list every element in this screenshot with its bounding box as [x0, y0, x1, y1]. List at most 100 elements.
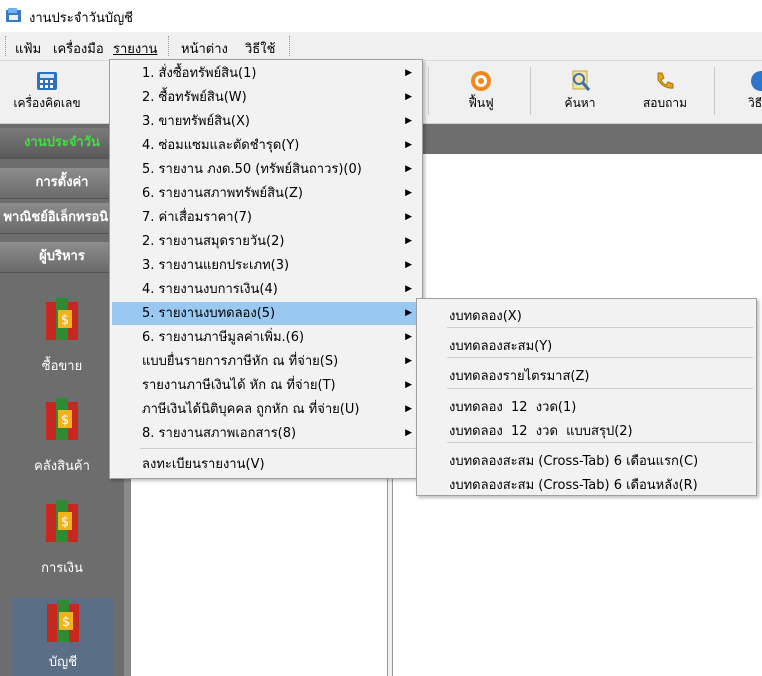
- menu-file[interactable]: แฟ้ม: [12, 38, 44, 59]
- report-menu-item[interactable]: 4. รายงานงบการเงิน(4) ▶: [112, 278, 420, 301]
- submenu-arrow-icon: ▶: [405, 164, 412, 174]
- menu-item-label: 8. รายงานสภาพเอกสาร(8): [142, 426, 297, 441]
- help-icon: [751, 71, 762, 91]
- app-icon: [5, 7, 22, 24]
- calculator-icon: [37, 72, 57, 90]
- submenu-arrow-icon: ▶: [405, 92, 412, 102]
- right-pane-header: [392, 124, 762, 154]
- menu-item-label: 2. รายงานสมุดรายวัน(2): [142, 234, 285, 249]
- submenu-arrow-icon: ▶: [405, 68, 412, 78]
- menu-item-label: 3. ขายทรัพย์สิน(X): [142, 114, 250, 129]
- submenu-arrow-icon: ▶: [405, 116, 412, 126]
- menubar-grip: [5, 36, 8, 56]
- title-bar: งานประจำวันบัญชี: [0, 0, 762, 32]
- menu-item-label: 6. รายงานสภาพทรัพย์สิน(Z): [142, 186, 303, 201]
- search-button[interactable]: ค้นหา: [535, 61, 625, 119]
- module-inventory[interactable]: $ คลังสินค้า: [0, 396, 124, 476]
- calculator-button[interactable]: เครื่องคิดเลข: [2, 61, 92, 119]
- module-inventory-label: คลังสินค้า: [34, 459, 90, 474]
- report-menu-item[interactable]: แบบยื่นรายการภาษีหัก ณ ที่จ่าย(S) ▶: [112, 350, 420, 373]
- books-icon: $: [46, 398, 78, 440]
- menu-tools[interactable]: เครื่องมือ: [50, 38, 107, 59]
- toolbar-separator: [428, 67, 429, 115]
- menu-item-label: 3. รายงานแยกประเภท(3): [142, 258, 290, 273]
- menu-item-label: 7. ค่าเสื่อมราคา(7): [142, 210, 252, 225]
- submenu-arrow-icon: ▶: [405, 380, 412, 390]
- report-menu-item[interactable]: 7. ค่าเสื่อมราคา(7) ▶: [112, 206, 420, 229]
- toolbar-separator: [530, 67, 531, 115]
- inquiry-button[interactable]: สอบถาม: [620, 61, 710, 119]
- module-finance-label: การเงิน: [41, 561, 83, 576]
- report-menu-item[interactable]: 8. รายงานสภาพเอกสาร(8) ▶: [112, 422, 420, 445]
- report-menu-item-trial-balance[interactable]: 5. รายงานงบทดลอง(5) ▶: [112, 302, 420, 325]
- submenu-arrow-icon: ▶: [405, 356, 412, 366]
- submenu-arrow-icon: ▶: [405, 188, 412, 198]
- report-menu-item-register[interactable]: ลงทะเบียนรายงาน(V): [112, 453, 420, 476]
- submenu-arrow-icon: ▶: [405, 236, 412, 246]
- submenu-item[interactable]: งบทดลองสะสม (Cross-Tab) 6 เดือนหลัง(R): [449, 474, 698, 495]
- books-icon: $: [46, 500, 78, 542]
- window-title: งานประจำวันบัญชี: [29, 11, 134, 26]
- help-label: วิธี: [748, 96, 762, 110]
- svg-text:$: $: [62, 615, 70, 630]
- submenu-arrow-icon: ▶: [405, 212, 412, 222]
- sidebar-ecommerce[interactable]: พาณิชย์อิเล็กทรอนิกส์: [0, 203, 124, 234]
- books-icon: $: [47, 600, 79, 642]
- report-menu-item[interactable]: 1. สั่งซื้อทรัพย์สิน(1) ▶: [112, 62, 420, 85]
- sidebar-executive[interactable]: ผู้บริหาร: [0, 242, 124, 273]
- help-button[interactable]: วิธี: [720, 61, 762, 119]
- report-menu-item[interactable]: 2. รายงานสมุดรายวัน(2) ▶: [112, 230, 420, 253]
- menu-item-label: 5. รายงานงบทดลอง(5): [142, 306, 276, 321]
- submenu-item[interactable]: งบทดลองรายไตรมาส(Z): [449, 365, 589, 386]
- books-icon: $: [46, 298, 78, 340]
- restore-icon: [471, 71, 491, 91]
- menu-separator: [447, 327, 753, 328]
- report-menu: 1. สั่งซื้อทรัพย์สิน(1) ▶ 2. ซื้อทรัพย์สิ…: [109, 59, 423, 479]
- menu-separator: [140, 448, 418, 449]
- report-menu-item[interactable]: 4. ซ่อมแซมและตัดชำรุด(Y) ▶: [112, 134, 420, 157]
- menu-item-label: 1. สั่งซื้อทรัพย์สิน(1): [142, 66, 257, 81]
- report-menu-item[interactable]: 6. รายงานสภาพทรัพย์สิน(Z) ▶: [112, 182, 420, 205]
- search-label: ค้นหา: [564, 96, 596, 110]
- report-menu-item[interactable]: 5. รายงาน ภงด.50 (ทรัพย์สินถาวร)(0) ▶: [112, 158, 420, 181]
- report-menu-item[interactable]: ภาษีเงินได้นิติบุคคล ถูกหัก ณ ที่จ่าย(U)…: [112, 398, 420, 421]
- menu-bar: แฟ้ม เครื่องมือ รายงาน หน้าต่าง วิธีใช้: [0, 32, 762, 61]
- menu-item-label: ภาษีเงินได้นิติบุคคล ถูกหัก ณ ที่จ่าย(U): [142, 402, 360, 417]
- menu-item-label: 2. ซื้อทรัพย์สิน(W): [142, 90, 247, 105]
- svg-text:$: $: [61, 413, 69, 428]
- sidebar-daily-work[interactable]: งานประจำวัน: [0, 128, 124, 159]
- menu-report[interactable]: รายงาน: [110, 38, 160, 59]
- submenu-item[interactable]: งบทดลอง(X): [449, 305, 522, 326]
- svg-text:$: $: [61, 515, 69, 530]
- menubar-grip: [289, 36, 292, 56]
- menu-window[interactable]: หน้าต่าง: [178, 38, 231, 59]
- search-icon: [572, 70, 591, 91]
- menu-item-label: 5. รายงาน ภงด.50 (ทรัพย์สินถาวร)(0): [142, 162, 362, 177]
- report-menu-item[interactable]: 2. ซื้อทรัพย์สิน(W) ▶: [112, 86, 420, 109]
- module-trading[interactable]: $ ซื้อขาย: [0, 296, 124, 376]
- submenu-arrow-icon: ▶: [405, 140, 412, 150]
- menu-separator: [447, 357, 753, 358]
- trial-balance-submenu: งบทดลอง(X) งบทดลองสะสม(Y) งบทดลองรายไตรม…: [416, 298, 757, 496]
- inquiry-label: สอบถาม: [642, 96, 688, 110]
- module-finance[interactable]: $ การเงิน: [0, 498, 124, 578]
- submenu-arrow-icon: ▶: [405, 428, 412, 438]
- module-accounting-label: บัญชี: [48, 655, 78, 670]
- toolbar-separator: [714, 67, 715, 115]
- submenu-arrow-icon: ▶: [405, 404, 412, 414]
- report-menu-item[interactable]: รายงานภาษีเงินได้ หัก ณ ที่จ่าย(T) ▶: [112, 374, 420, 397]
- submenu-item[interactable]: งบทดลองสะสม(Y): [449, 335, 552, 356]
- report-menu-item[interactable]: 3. รายงานแยกประเภท(3) ▶: [112, 254, 420, 277]
- report-menu-item[interactable]: 6. รายงานภาษีมูลค่าเพิ่ม.(6) ▶: [112, 326, 420, 349]
- menu-item-label: รายงานภาษีเงินได้ หัก ณ ที่จ่าย(T): [142, 378, 336, 393]
- menu-help[interactable]: วิธีใช้: [242, 38, 278, 59]
- restore-button[interactable]: ฟื้นฟู: [436, 61, 526, 119]
- submenu-item[interactable]: งบทดลอง 12 งวด(1): [449, 396, 576, 417]
- submenu-item[interactable]: งบทดลองสะสม (Cross-Tab) 6 เดือนแรก(C): [449, 450, 698, 471]
- module-accounting[interactable]: $ บัญชี: [12, 598, 114, 676]
- menu-item-label: ลงทะเบียนรายงาน(V): [142, 457, 265, 472]
- phone-icon: [657, 72, 674, 89]
- submenu-item[interactable]: งบทดลอง 12 งวด แบบสรุป(2): [449, 420, 633, 441]
- sidebar-settings[interactable]: การตั้งค่า: [0, 168, 124, 199]
- report-menu-item[interactable]: 3. ขายทรัพย์สิน(X) ▶: [112, 110, 420, 133]
